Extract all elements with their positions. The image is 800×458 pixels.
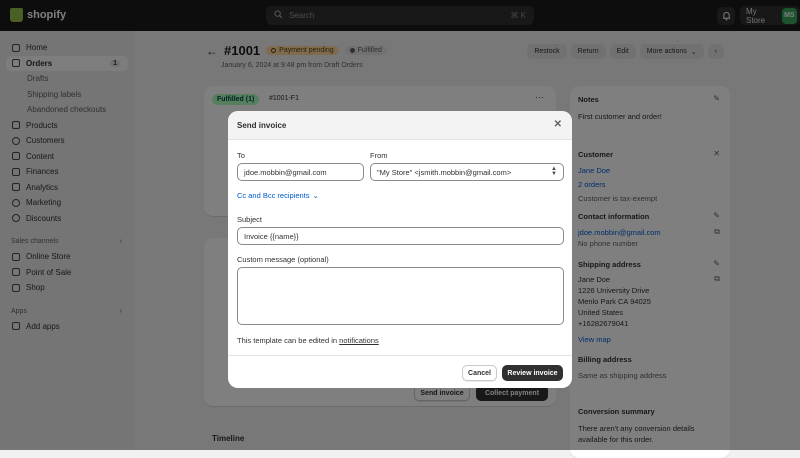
subject-label: Subject: [237, 215, 263, 224]
from-value: "My Store" <jsmith.mobbin@gmail.com>: [377, 167, 512, 177]
message-label: Custom message (optional): [237, 255, 329, 264]
notifications-link[interactable]: notifications: [339, 336, 379, 345]
from-label: From: [370, 151, 388, 160]
link-label: Cc and Bcc recipients: [237, 191, 310, 200]
modal-footer: Cancel Review invoice: [228, 355, 572, 388]
template-note-text: This template can be edited in: [237, 336, 340, 345]
from-select[interactable]: "My Store" <jsmith.mobbin@gmail.com> ▲ ▼: [370, 163, 564, 181]
review-invoice-button[interactable]: Review invoice: [502, 365, 563, 381]
cancel-button[interactable]: Cancel: [462, 365, 497, 381]
to-value: jdoe.mobbin@gmail.com: [244, 167, 327, 177]
template-note: This template can be edited in notificat…: [237, 336, 379, 345]
to-field[interactable]: jdoe.mobbin@gmail.com: [237, 163, 364, 181]
select-arrows-icon: ▲ ▼: [551, 166, 557, 177]
send-invoice-modal: Send invoice ✕ To jdoe.mobbin@gmail.com …: [228, 111, 572, 388]
cc-bcc-link[interactable]: Cc and Bcc recipients ⌄: [237, 191, 319, 200]
close-icon[interactable]: ✕: [554, 119, 562, 130]
custom-message-textarea[interactable]: [237, 267, 564, 325]
subject-field[interactable]: Invoice {{name}}: [237, 227, 564, 245]
to-label: To: [237, 151, 245, 160]
subject-value: Invoice {{name}}: [244, 231, 299, 241]
modal-header: Send invoice ✕: [228, 111, 572, 140]
chevron-down-icon: ⌄: [312, 191, 319, 200]
modal-title: Send invoice: [237, 120, 287, 130]
